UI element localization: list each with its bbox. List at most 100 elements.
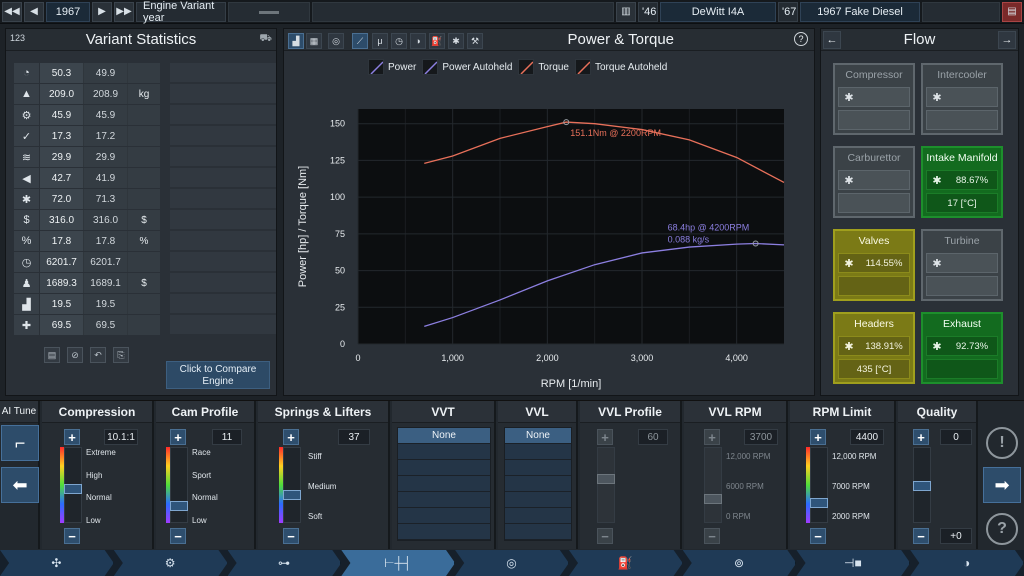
notes-icon[interactable]: ▤ [44, 347, 60, 363]
mu-icon[interactable]: μ [372, 33, 388, 49]
exit-icon[interactable]: ▤ [1002, 1, 1022, 22]
turbo-tab-icon[interactable]: ◎ [328, 33, 344, 49]
compare-engine-button[interactable]: Click to Compare Engine [166, 361, 270, 389]
vvl-rpm-slider-thumb[interactable] [704, 494, 722, 505]
curve-icon[interactable]: ⟋ [352, 33, 368, 49]
springs-slider[interactable] [283, 447, 301, 523]
tab-family[interactable]: ✣ [0, 550, 114, 576]
springs-value[interactable]: 37 [338, 429, 370, 445]
first-year-button[interactable]: ◀◀ [2, 1, 22, 22]
help-icon[interactable]: ? [794, 32, 808, 46]
flow-box-compressor[interactable]: Compressor ✱ [833, 63, 915, 135]
legend-item[interactable]: Torque Autoheld [575, 57, 667, 77]
legend-item[interactable]: Power Autoheld [422, 57, 512, 77]
tab-tune[interactable]: ⊣■ [796, 550, 911, 576]
stopwatch-icon[interactable]: ◷ [391, 33, 407, 49]
vvt-option[interactable] [398, 476, 490, 492]
quality-plus-button[interactable]: + [913, 429, 929, 445]
truck-icon[interactable]: ⛟ [259, 33, 272, 46]
tab-fuel[interactable]: ⛽ [568, 550, 683, 576]
rpm-limit-slider-thumb[interactable] [810, 498, 828, 509]
vvl-option-none[interactable]: None [505, 428, 571, 444]
cam-value[interactable]: 11 [212, 429, 242, 445]
vvl-option[interactable] [505, 444, 571, 460]
vvl-option[interactable] [505, 476, 571, 492]
gauge-tab-icon[interactable]: ◑ [410, 33, 426, 49]
help-round-icon[interactable]: ? [986, 513, 1018, 545]
forward-arrow-button[interactable]: ➡ [983, 467, 1021, 503]
vvl-profile-value[interactable]: 60 [638, 429, 668, 445]
warning-icon[interactable]: ! [986, 427, 1018, 459]
rpm-limit-minus-button[interactable]: − [810, 528, 826, 544]
next-year-button[interactable]: ▶ [92, 1, 112, 22]
engine-list-icon[interactable]: ▥ [616, 1, 636, 22]
tab-bottom-end[interactable]: ⊶ [227, 550, 342, 576]
quality-minus-button[interactable]: − [913, 528, 929, 544]
vvt-option[interactable] [398, 492, 490, 508]
vvl-profile-slider[interactable] [597, 447, 615, 523]
power-chart-tab-icon[interactable]: ▟ [288, 33, 304, 49]
cancel-icon[interactable]: ⊘ [67, 347, 83, 363]
flow-box-intercooler[interactable]: Intercooler ✱ [921, 63, 1003, 135]
graph-view-button[interactable]: ⌐ [1, 425, 39, 461]
legend-item[interactable]: Torque [518, 57, 569, 77]
year-value-field[interactable]: 1967 [46, 1, 90, 22]
vvl-option[interactable] [505, 460, 571, 476]
compression-slider[interactable] [64, 447, 82, 523]
cam-minus-button[interactable]: − [170, 528, 186, 544]
vvl-rpm-slider[interactable] [704, 447, 722, 523]
rpm-limit-plus-button[interactable]: + [810, 429, 826, 445]
rpm-limit-slider[interactable] [810, 447, 828, 523]
flow-box-carburettor[interactable]: Carburettor ✱ [833, 146, 915, 218]
cam-slider-thumb[interactable] [170, 500, 188, 511]
tab-variant-main[interactable]: ⚙ [113, 550, 228, 576]
vvl-profile-plus-button[interactable]: + [597, 429, 613, 445]
vvt-option[interactable] [398, 508, 490, 524]
flow-box-headers[interactable]: Headers ✱ 138.91% 435 [°C] [833, 312, 915, 384]
vvl-option[interactable] [505, 524, 571, 540]
flow-prev-icon[interactable]: ← [823, 31, 841, 49]
wrench-icon[interactable]: ⚒ [467, 33, 483, 49]
prev-year-button[interactable]: ◀ [24, 1, 44, 22]
tab-exhaust[interactable]: ⊚ [682, 550, 797, 576]
tab-top-end[interactable]: ⊢┼┤ [341, 550, 456, 576]
springs-slider-thumb[interactable] [283, 489, 301, 500]
compression-value[interactable]: 10.1:1 [104, 429, 138, 445]
vvl-rpm-plus-button[interactable]: + [704, 429, 720, 445]
compression-minus-button[interactable]: − [64, 528, 80, 544]
vvt-option-none[interactable]: None [398, 428, 490, 444]
flow-box-valves[interactable]: Valves ✱ 114.55% [833, 229, 915, 301]
flow-box-turbine[interactable]: Turbine ✱ [921, 229, 1003, 301]
rpm-limit-value[interactable]: 4400 [850, 429, 884, 445]
undo-icon[interactable]: ↶ [90, 347, 106, 363]
cam-slider[interactable] [170, 447, 188, 523]
vvt-option[interactable] [398, 444, 490, 460]
copy-icon[interactable]: ⎘ [113, 347, 129, 363]
vvt-option[interactable] [398, 524, 490, 540]
vvl-rpm-value[interactable]: 3700 [744, 429, 778, 445]
tab-test[interactable]: ◑ [910, 550, 1024, 576]
compression-plus-button[interactable]: + [64, 429, 80, 445]
bug-icon[interactable]: ✱ [448, 33, 464, 49]
vvt-option[interactable] [398, 460, 490, 476]
table-tab-icon[interactable]: ▦ [306, 33, 322, 49]
springs-minus-button[interactable]: − [283, 528, 299, 544]
vvl-profile-minus-button[interactable]: − [597, 528, 613, 544]
flow-box-intake-manifold[interactable]: Intake Manifold ✱ 88.67% 17 [°C] [921, 146, 1003, 218]
quality-value[interactable]: 0 [940, 429, 972, 445]
engine-family-name[interactable]: DeWitt I4A [660, 1, 776, 22]
vvl-option[interactable] [505, 492, 571, 508]
variant-name[interactable]: 1967 Fake Diesel [800, 1, 920, 22]
tab-aspiration[interactable]: ◎ [455, 550, 569, 576]
last-year-button[interactable]: ▶▶ [114, 1, 134, 22]
compression-slider-thumb[interactable] [64, 484, 82, 495]
back-arrow-button[interactable]: ⬅ [1, 467, 39, 503]
springs-plus-button[interactable]: + [283, 429, 299, 445]
cam-plus-button[interactable]: + [170, 429, 186, 445]
vvl-option[interactable] [505, 508, 571, 524]
quality-slider-thumb[interactable] [913, 481, 931, 491]
fuel-pump-icon[interactable]: ⛽ [429, 33, 445, 49]
vvl-profile-slider-thumb[interactable] [597, 474, 615, 485]
quality-slider[interactable] [913, 447, 931, 523]
vvl-rpm-minus-button[interactable]: − [704, 528, 720, 544]
